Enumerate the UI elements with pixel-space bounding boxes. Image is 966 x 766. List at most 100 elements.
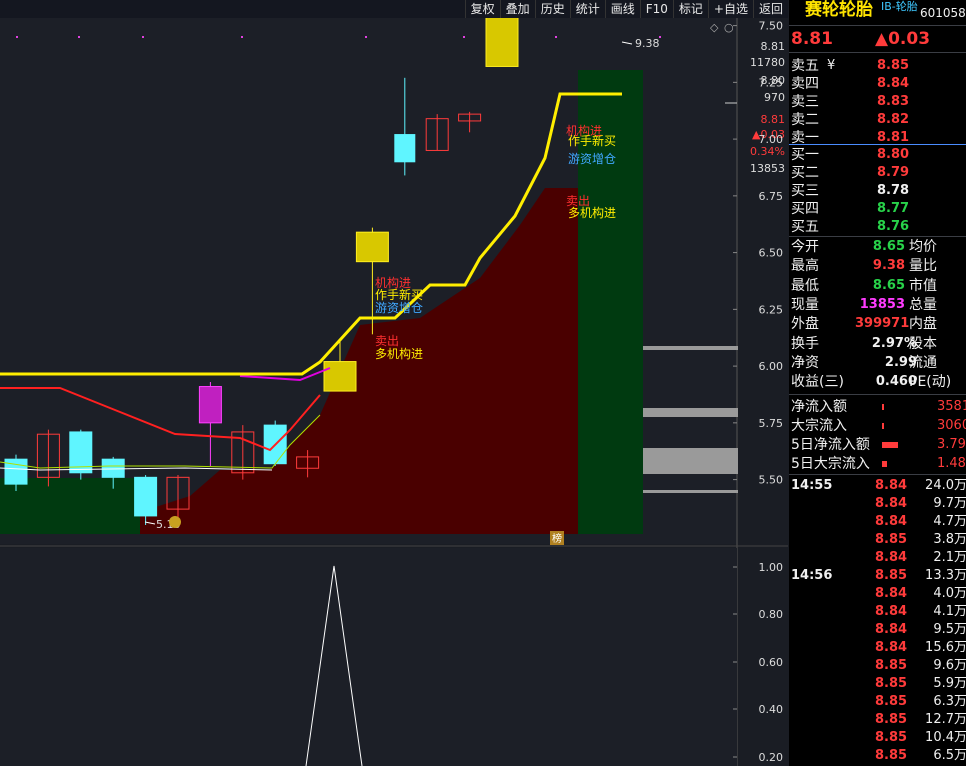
stat-label: 最高 [791,258,819,275]
marker-dot [241,36,243,38]
price-change: ▲0.03 [875,29,931,49]
flow-value: 3.79 [937,437,966,452]
volume-profile-bar [643,346,738,350]
toolbar-button-overlay[interactable]: 叠加 [499,0,535,18]
buy-level-price: 8.76 [877,219,910,234]
stat-value: 13853 [859,296,905,312]
buy-level-label: 买三 [791,183,819,199]
toolbar-button-mark[interactable]: 标记 [672,0,708,18]
tick-price: 8.84 [875,550,908,565]
diamond-icon: ◇ [710,21,719,34]
tick-volume: 9.6万 [933,658,966,673]
sell-level-price: 8.82 [877,112,910,127]
sell-level-label: 卖四 [791,76,819,92]
y-tick-label: 7.00 [759,133,784,146]
stat-right-label: 股本 [909,335,937,352]
tick-price: 8.85 [875,568,908,583]
stat-value: 9.38 [872,258,905,274]
bg-fill-green-top [600,95,643,122]
volume-profile-bar [643,490,738,493]
y-tick-label: 6.75 [759,190,784,203]
toolbar-button-f10[interactable]: F10 [639,0,673,18]
stat-label: 今开 [791,239,819,255]
candle-body [323,361,357,392]
kline-chart[interactable]: 8.81117808.809708.81▲0.030.34%138538.007… [0,0,788,766]
stock-tag: IB-轮胎 [881,0,918,13]
tick-time: 14:55 [791,478,833,493]
marker-dot [78,36,80,38]
volume-profile-bar [643,408,738,417]
flow-bar [882,404,884,410]
sell-level-label: 卖三 [791,94,819,110]
marker-dot [142,36,144,38]
flow-value: 1.48 [937,456,966,471]
tick-volume: 4.1万 [933,604,966,619]
event-coin [169,516,181,528]
top-toolbar: 复权 叠加 历史 统计 画线 F10 标记 +自选 返回 [0,0,788,18]
signal-annotation: 作手新买 [375,287,423,302]
tick-volume: 10.4万 [925,730,966,745]
tick-price: 8.84 [875,514,908,529]
toolbar-button-watchlist[interactable]: +自选 [707,0,753,18]
flow-bar [882,423,884,429]
sub-y-tick-label: 0.20 [759,751,784,764]
candle-body [134,476,158,517]
axis-info-label: 13853 [750,162,785,175]
stat-value: 8.65 [872,239,905,254]
flow-bar [882,461,887,467]
stat-label: 现量 [791,296,819,313]
tick-volume: 4.7万 [933,514,966,529]
y-tick-label: 5.75 [759,417,784,430]
signal-annotation: 游资增仓 [375,301,423,315]
sub-chart-area [0,548,737,766]
flow-label: 5日净流入额 [791,437,870,453]
axis-info-label: 11780 [750,56,785,69]
candle-body [394,134,416,163]
flow-label: 大宗流入 [791,418,847,434]
stat-right-label: 内盘 [909,316,937,333]
tick-price: 8.85 [875,676,908,691]
marker-dot [463,36,465,38]
stat-right-label: PE(动) [909,374,952,391]
rank-badge: 榜 [552,532,562,545]
sell-level-label: 卖二 [791,112,819,128]
flow-label: 5日大宗流入 [791,456,870,472]
tick-volume: 5.9万 [933,676,966,691]
sell-level-price: 8.85 [877,58,910,73]
tick-volume: 6.5万 [933,748,966,763]
stat-value: 8.65 [872,277,905,293]
y-tick-label: 5.50 [759,474,784,487]
y-tick-label: 6.50 [759,247,784,260]
toolbar-button-back[interactable]: 返回 [752,0,788,18]
sell-level-extra: ¥ [827,58,836,73]
toolbar-button-fuquan[interactable]: 复权 [464,0,500,18]
signal-annotation: 多机构进 [568,205,616,220]
tick-price: 8.84 [875,586,908,601]
sub-y-tick-label: 0.60 [759,656,784,669]
sub-y-tick-label: 0.80 [759,608,784,621]
tick-price: 8.85 [875,748,908,763]
buy-level-label: 买一 [791,147,819,163]
candle-body [101,458,125,478]
tick-volume: 3.8万 [933,532,966,547]
tick-price: 8.85 [875,532,908,547]
current-price: 8.81 [791,29,833,49]
sell-level-label: 卖五 [791,58,819,74]
toolbar-button-draw[interactable]: 画线 [604,0,640,18]
stat-right-label: 量比 [909,258,937,275]
sub-y-tick-label: 0.40 [759,703,784,716]
tick-price: 8.84 [875,640,908,655]
axis-info-label: 8.81 [761,40,786,53]
toolbar-button-history[interactable]: 历史 [534,0,570,18]
sell-level-price: 8.84 [877,76,910,91]
tick-volume: 15.6万 [925,640,966,655]
volume-profile-bar [643,448,738,474]
stat-label: 收益(三) [791,374,844,391]
stat-right-label: 流通 [909,354,937,371]
y-tick-label: 7.50 [759,20,784,33]
stock-code: 601058 [920,6,966,20]
axis-info-label: 970 [764,91,785,104]
toolbar-button-stats[interactable]: 统计 [569,0,605,18]
tick-price: 8.85 [875,658,908,673]
candle-body [198,386,222,424]
